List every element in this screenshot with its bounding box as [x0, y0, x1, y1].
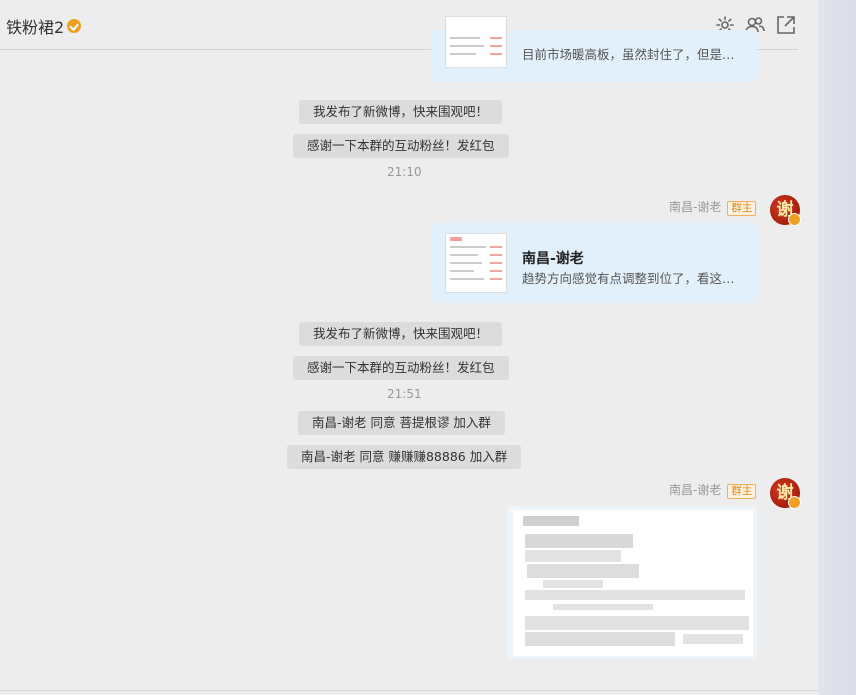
sender-name: 南昌-谢老 群主	[669, 198, 757, 216]
verified-badge-icon	[788, 496, 801, 509]
sender-name: 南昌-谢老 群主	[669, 481, 757, 499]
owner-badge: 群主	[727, 484, 757, 499]
timestamp: 21:51	[387, 387, 422, 401]
card-description: 目前市场暖高板，虽然封住了，但是空...	[522, 47, 744, 62]
join-notice: 南昌-谢老 同意 菩提根谬 加入群	[298, 411, 505, 435]
system-message: 我发布了新微博，快来围观吧！	[299, 322, 503, 346]
system-message: 感谢一下本群的互动粉丝！发红包	[293, 134, 509, 158]
blurred-image	[513, 510, 753, 656]
share-external-icon[interactable]	[775, 14, 797, 36]
weibo-card-top[interactable]: 目前市场暖高板，虽然封住了，但是空...	[431, 16, 757, 82]
group-title: 铁粉裙2	[6, 14, 82, 38]
weibo-card[interactable]: 南昌-谢老 趋势方向感觉有点调整到位了，看这波...	[431, 223, 757, 303]
image-message[interactable]	[507, 506, 757, 658]
system-message: 我发布了新微博，快来围观吧！	[299, 100, 503, 124]
sender-nickname: 南昌-谢老	[669, 200, 722, 214]
divider	[0, 690, 818, 691]
card-thumbnail	[445, 16, 507, 68]
avatar[interactable]: 谢	[770, 195, 801, 226]
card-description: 趋势方向感觉有点调整到位了，看这波...	[522, 271, 744, 286]
join-notice: 南昌-谢老 同意 赚赚赚88886 加入群	[287, 445, 522, 469]
timestamp: 21:10	[387, 165, 422, 179]
chat-window: 铁粉裙2 目前市场暖高板，虽然封住了，但是空... 我发布了新微博，快来围观吧！…	[0, 0, 818, 695]
owner-badge: 群主	[727, 201, 757, 216]
group-name: 铁粉裙2	[6, 18, 65, 37]
verified-badge-icon	[788, 213, 801, 226]
card-thumbnail	[445, 233, 507, 293]
system-message: 感谢一下本群的互动粉丝！发红包	[293, 356, 509, 380]
avatar[interactable]: 谢	[770, 478, 801, 509]
verified-badge-icon	[67, 19, 82, 33]
side-panel-edge	[818, 0, 856, 695]
card-title: 南昌-谢老	[522, 251, 584, 267]
sender-nickname: 南昌-谢老	[669, 483, 722, 497]
